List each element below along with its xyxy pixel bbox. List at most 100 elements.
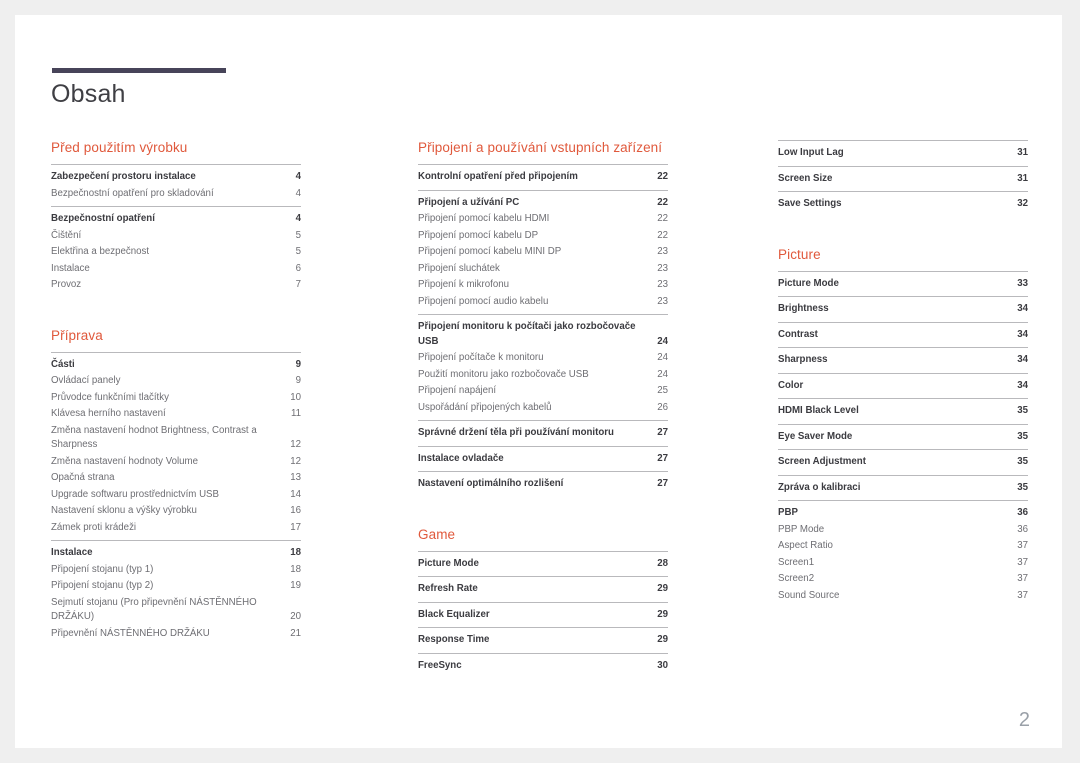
toc-group: Response Time 29 xyxy=(418,627,668,653)
toc-entry[interactable]: FreeSync 30 xyxy=(418,658,668,675)
toc-entry[interactable]: Screen1 37 xyxy=(778,555,1028,572)
toc-entry[interactable]: Color 34 xyxy=(778,378,1028,395)
toc-entry[interactable]: Save Settings 32 xyxy=(778,196,1028,213)
toc-entry[interactable]: Response Time 29 xyxy=(418,632,668,649)
toc-entry[interactable]: Připojení stojanu (typ 1) 18 xyxy=(51,562,301,579)
toc-group: Sharpness 34 xyxy=(778,347,1028,373)
toc-entry[interactable]: Čištění 5 xyxy=(51,228,301,245)
toc-entry[interactable]: Průvodce funkčními tlačítky 10 xyxy=(51,390,301,407)
toc-entry-page-number: 29 xyxy=(657,583,668,594)
toc-entry[interactable]: Refresh Rate 29 xyxy=(418,581,668,598)
toc-entry-label: HDMI Black Level xyxy=(778,405,859,416)
toc-entry[interactable]: Připojení počítače k monitoru 24 xyxy=(418,350,668,367)
toc-entry-label: Provoz xyxy=(51,279,82,290)
toc-entry-page-number: 25 xyxy=(657,385,668,396)
toc-entry[interactable]: Brightness 34 xyxy=(778,301,1028,318)
toc-group: Instalace 18 Připojení stojanu (typ 1) 18 Př… xyxy=(51,540,301,646)
toc-entry[interactable]: Contrast 34 xyxy=(778,327,1028,344)
toc-entry[interactable]: Připojení sluchátek 23 xyxy=(418,261,668,278)
toc-entry-page-number: 24 xyxy=(657,368,668,380)
toc-entry[interactable]: Kontrolní opatření před připojením 22 xyxy=(418,169,668,186)
toc-entry[interactable]: Bezpečnostní opatření pro skladování 4 xyxy=(51,186,301,203)
toc-entry-label: FreeSync xyxy=(418,659,462,671)
toc-entry[interactable]: Připojení stojanu (typ 2) 19 xyxy=(51,578,301,595)
toc-entry[interactable]: Instalace ovladače 27 xyxy=(418,451,668,468)
toc-entry[interactable]: Připojení pomocí kabelu MINI DP 23 xyxy=(418,244,668,261)
toc-entry[interactable]: Eye Saver Mode 35 xyxy=(778,429,1028,446)
toc-entry[interactable]: Instalace 6 xyxy=(51,261,301,278)
toc-entry-label: Použití monitoru jako rozbočovače USB xyxy=(418,368,589,380)
toc-column-1: Před použitím výrobku Zabezpečení prostor… xyxy=(51,140,301,646)
toc-entry[interactable]: Změna nastavení hodnoty Volume 12 xyxy=(51,454,301,471)
toc-entry[interactable]: Low Input Lag 31 xyxy=(778,145,1028,162)
toc-entry[interactable]: Sound Source 37 xyxy=(778,588,1028,605)
toc-entry[interactable]: Provoz 7 xyxy=(51,277,301,294)
toc-entry-label: Zámek proti krádeži xyxy=(51,521,137,533)
toc-entry[interactable]: Sharpness 34 xyxy=(778,352,1028,369)
toc-entry[interactable]: Připojení pomocí audio kabelu 23 xyxy=(418,294,668,311)
toc-entry-page-number: 36 xyxy=(1017,523,1028,535)
toc-entry-label: Opačná strana xyxy=(51,472,115,483)
toc-entry[interactable]: PBP Mode 36 xyxy=(778,522,1028,539)
toc-group: Refresh Rate 29 xyxy=(418,576,668,602)
toc-entry[interactable]: Zámek proti krádeži 17 xyxy=(51,520,301,537)
toc-entry[interactable]: HDMI Black Level 35 xyxy=(778,403,1028,420)
toc-entry-page-number: 22 xyxy=(657,196,668,208)
toc-entry[interactable]: Aspect Ratio 37 xyxy=(778,538,1028,555)
toc-entry[interactable]: Připojení monitoru k počítači jako rozbo… xyxy=(418,319,668,350)
toc-entry[interactable]: Části 9 xyxy=(51,357,301,374)
toc-entry-label: Změna nastavení hodnoty Volume xyxy=(51,455,199,467)
toc-group: Kontrolní opatření před připojením 22 xyxy=(418,164,668,190)
toc-entry[interactable]: Klávesa herního nastavení 11 xyxy=(51,406,301,423)
toc-entry-label: Připojení stojanu (typ 1) xyxy=(51,563,154,575)
toc-entry[interactable]: Připojení pomocí kabelu HDMI 22 xyxy=(418,211,668,228)
toc-entry-page-number: 13 xyxy=(290,472,301,483)
toc-entry-page-number: 20 xyxy=(290,611,301,622)
toc-entry[interactable]: Připojení a užívání PC 22 xyxy=(418,195,668,212)
toc-entry[interactable]: Screen Adjustment 35 xyxy=(778,454,1028,471)
toc-entry[interactable]: Elektřina a bezpečnost 5 xyxy=(51,244,301,261)
toc-entry[interactable]: Správné držení těla při používání monito… xyxy=(418,425,668,442)
toc-entry[interactable]: Upgrade softwaru prostřednictvím USB 14 xyxy=(51,487,301,504)
toc-section-heading: Před použitím výrobku xyxy=(51,140,188,155)
toc-group: Instalace ovladače 27 xyxy=(418,445,668,472)
toc-entry[interactable]: Připojení napájení 25 xyxy=(418,383,668,400)
toc-entry[interactable]: Picture Mode 28 xyxy=(418,556,668,573)
toc-entry[interactable]: Opačná strana 13 xyxy=(51,470,301,487)
toc-entry-page-number: 37 xyxy=(1017,556,1028,568)
toc-entry[interactable]: Screen2 37 xyxy=(778,571,1028,588)
toc-entry[interactable]: Připevnění NÁSTĚNNÉHO DRŽÁKU 21 xyxy=(51,626,301,643)
toc-entry[interactable]: Instalace 18 xyxy=(51,545,301,562)
toc-entry-label: Brightness xyxy=(778,303,829,314)
toc-entry-label: Připojení stojanu (typ 2) xyxy=(51,580,154,591)
toc-group: Brightness 34 xyxy=(778,296,1028,322)
toc-entry[interactable]: Uspořádání připojených kabelů 26 xyxy=(418,400,668,417)
toc-entry[interactable]: Nastavení sklonu a výšky výrobku 16 xyxy=(51,503,301,520)
toc-entry[interactable]: Black Equalizer 29 xyxy=(418,607,668,624)
toc-entry-label: Black Equalizer xyxy=(418,608,490,620)
toc-entry[interactable]: Nastavení optimálního rozlišení 27 xyxy=(418,476,668,493)
toc-entry[interactable]: Připojení pomocí kabelu DP 22 xyxy=(418,228,668,245)
page-title: Obsah xyxy=(51,80,126,108)
toc-entry-page-number: 5 xyxy=(295,246,301,257)
toc-entry[interactable]: Picture Mode 33 xyxy=(778,276,1028,293)
toc-entry[interactable]: Ovládací panely 9 xyxy=(51,373,301,390)
toc-section: Příprava Části 9 Ovládací panely 9 Průvodce f… xyxy=(51,328,301,647)
toc-entry-page-number: 27 xyxy=(657,452,668,464)
toc-entry-label: Připojení k mikrofonu xyxy=(418,279,509,290)
toc-entry[interactable]: Screen Size 31 xyxy=(778,171,1028,188)
toc-entry-label: Upgrade softwaru prostřednictvím USB xyxy=(51,488,219,500)
toc-entry-page-number: 21 xyxy=(290,627,301,639)
toc-entry[interactable]: Zabezpečení prostoru instalace 4 xyxy=(51,169,301,186)
toc-entry[interactable]: Připojení k mikrofonu 23 xyxy=(418,277,668,294)
toc-entry[interactable]: Bezpečnostní opatření 4 xyxy=(51,211,301,228)
toc-entry[interactable]: Zpráva o kalibraci 35 xyxy=(778,480,1028,497)
toc-entry[interactable]: Sejmutí stojanu (Pro připevnění NÁSTĚNNÉ… xyxy=(51,595,301,626)
toc-entry-page-number: 22 xyxy=(657,229,668,241)
toc-entry[interactable]: Použití monitoru jako rozbočovače USB 24 xyxy=(418,367,668,384)
toc-entry-label: Contrast xyxy=(778,328,818,340)
toc-entry[interactable]: PBP 36 xyxy=(778,505,1028,522)
toc-entry-label: Instalace ovladače xyxy=(418,452,504,464)
toc-entry[interactable]: Změna nastavení hodnot Brightness, Contr… xyxy=(51,423,301,454)
toc-section: Picture Picture Mode 33 Brightness 34 Contras… xyxy=(778,247,1028,609)
